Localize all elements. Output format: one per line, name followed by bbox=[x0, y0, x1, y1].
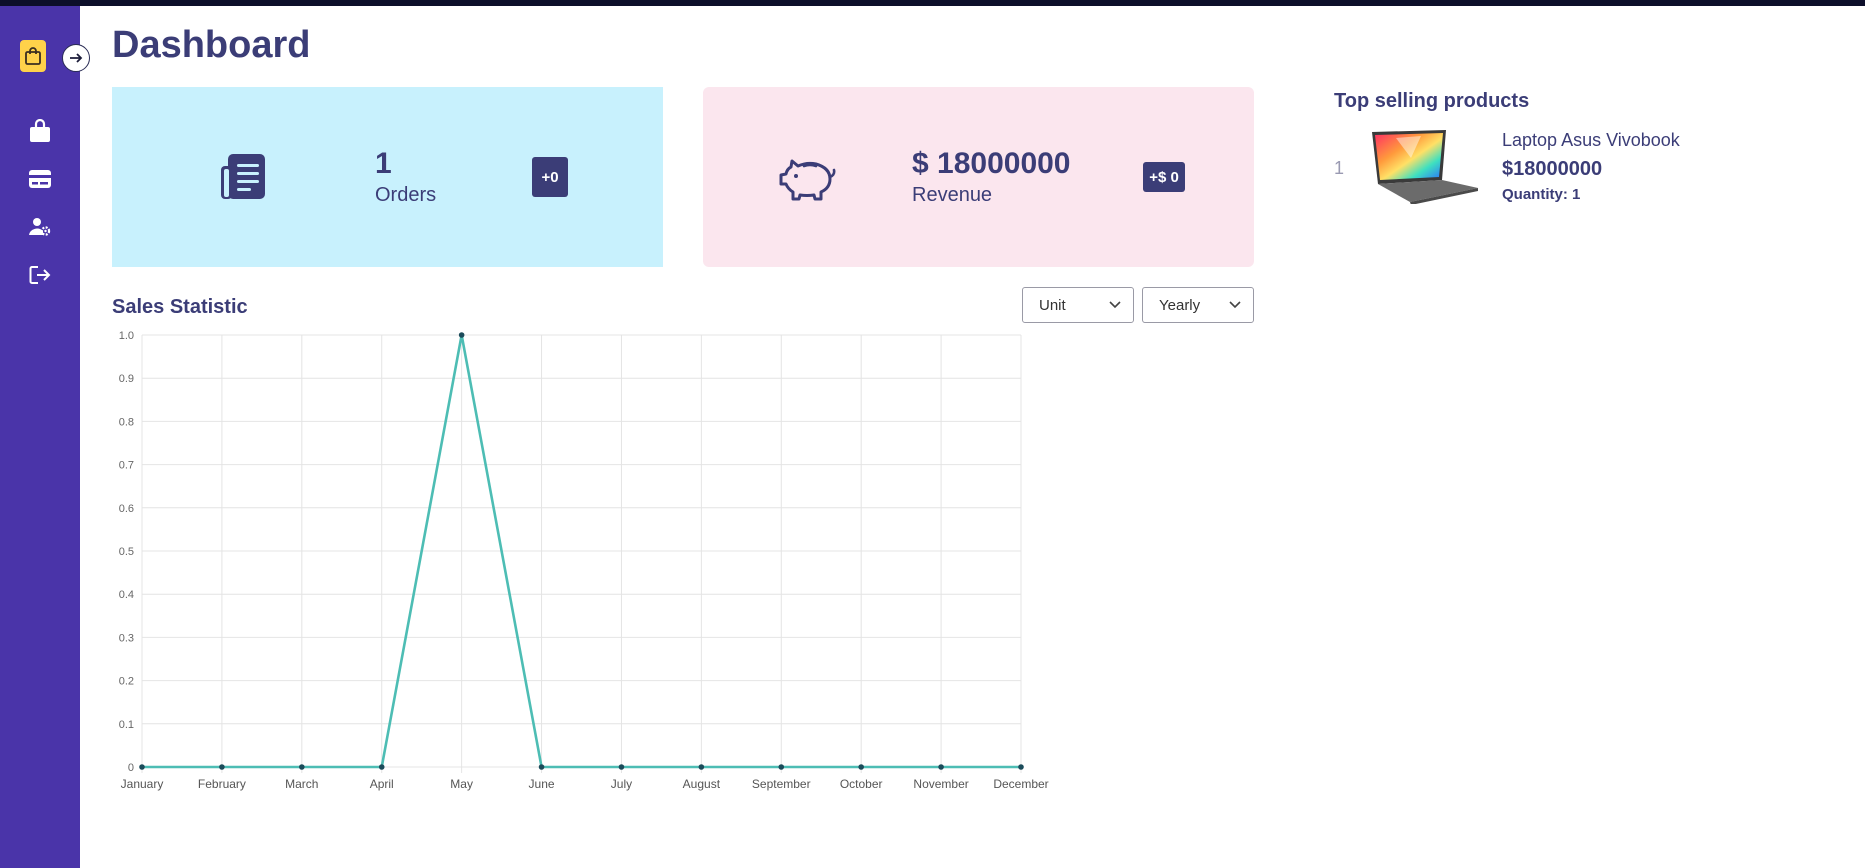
data-point bbox=[1018, 764, 1024, 770]
metric-select-value: Unit bbox=[1039, 296, 1066, 314]
period-select-value: Yearly bbox=[1159, 296, 1201, 314]
y-tick-label: 0.2 bbox=[119, 676, 134, 688]
data-point bbox=[698, 764, 705, 770]
revenue-amount: $ 18000000 bbox=[912, 147, 1071, 180]
x-tick-label: March bbox=[285, 777, 318, 791]
logout-icon bbox=[29, 266, 51, 284]
sidebar bbox=[0, 6, 80, 868]
x-tick-label: January bbox=[121, 777, 164, 791]
orders-change-badge: +0 bbox=[532, 157, 568, 197]
x-tick-label: October bbox=[840, 777, 883, 791]
y-tick-label: 0.3 bbox=[119, 632, 134, 644]
data-point bbox=[219, 764, 225, 770]
x-tick-label: August bbox=[683, 777, 721, 791]
y-tick-label: 0.7 bbox=[119, 460, 134, 472]
x-tick-label: December bbox=[993, 777, 1048, 791]
data-point bbox=[458, 332, 465, 338]
x-tick-label: April bbox=[370, 777, 394, 791]
top-selling-title: Top selling products bbox=[1334, 90, 1530, 112]
x-tick-label: July bbox=[611, 777, 632, 791]
revenue-label: Revenue bbox=[912, 184, 993, 206]
x-tick-label: September bbox=[752, 777, 811, 791]
data-point bbox=[139, 764, 145, 770]
sidebar-item-products[interactable] bbox=[27, 118, 53, 144]
sales-line-chart: 0 0.1 0.2 0.3 0.4 0.5 0.6 0.7 0.8 0.9 1.0 January Fe… bbox=[119, 330, 1049, 791]
sidebar-toggle-button[interactable] bbox=[62, 44, 90, 72]
revenue-card: $ 18000000 Revenue +$ 0 bbox=[703, 87, 1254, 267]
orders-count: 1 bbox=[375, 147, 392, 180]
sidebar-item-account-settings[interactable] bbox=[27, 214, 53, 240]
laptop-product-image bbox=[1372, 130, 1478, 204]
data-point bbox=[538, 764, 545, 770]
x-tick-label: June bbox=[529, 777, 555, 791]
data-point bbox=[618, 764, 625, 770]
period-select[interactable]: Yearly bbox=[1142, 287, 1254, 323]
shopping-bag-icon bbox=[30, 119, 50, 142]
document-list-icon bbox=[221, 154, 265, 199]
shopping-bag-icon bbox=[25, 47, 41, 65]
x-tick-label: February bbox=[198, 777, 246, 791]
product-rank: 1 bbox=[1334, 158, 1345, 178]
y-tick-label: 0 bbox=[128, 762, 134, 774]
product-price: $18000000 bbox=[1502, 158, 1603, 180]
y-tick-label: 0.6 bbox=[119, 503, 134, 515]
product-quantity: Quantity: 1 bbox=[1502, 186, 1581, 203]
x-tick-label: May bbox=[450, 777, 473, 791]
y-tick-label: 0.9 bbox=[119, 373, 134, 385]
credit-card-icon bbox=[29, 170, 51, 188]
user-settings-icon bbox=[29, 218, 51, 236]
data-point bbox=[778, 764, 785, 770]
y-tick-label: 0.1 bbox=[119, 719, 134, 731]
revenue-change-badge: +$ 0 bbox=[1143, 162, 1185, 192]
x-tick-label: November bbox=[913, 777, 968, 791]
sales-statistic-title: Sales Statistic bbox=[112, 296, 248, 318]
sidebar-item-logout[interactable] bbox=[27, 262, 53, 288]
data-point bbox=[938, 764, 944, 770]
arrow-right-icon bbox=[70, 53, 83, 63]
piggy-bank-icon bbox=[779, 159, 836, 201]
data-point bbox=[378, 764, 385, 770]
data-point bbox=[299, 764, 305, 770]
app-logo[interactable] bbox=[20, 40, 46, 72]
chevron-down-icon bbox=[1229, 301, 1241, 309]
y-tick-label: 0.4 bbox=[119, 589, 134, 601]
top-bar bbox=[0, 0, 1865, 6]
product-name: Laptop Asus Vivobook bbox=[1502, 130, 1680, 150]
orders-label: Orders bbox=[375, 184, 437, 206]
y-tick-label: 1.0 bbox=[119, 330, 134, 342]
chevron-down-icon bbox=[1109, 301, 1121, 309]
data-point bbox=[858, 764, 864, 770]
page-title: Dashboard bbox=[112, 24, 311, 66]
metric-select[interactable]: Unit bbox=[1022, 287, 1134, 323]
orders-card: 1 Orders +0 bbox=[112, 87, 663, 267]
sidebar-item-orders[interactable] bbox=[27, 166, 53, 192]
y-tick-label: 0.5 bbox=[119, 546, 134, 558]
y-tick-label: 0.8 bbox=[119, 416, 134, 428]
